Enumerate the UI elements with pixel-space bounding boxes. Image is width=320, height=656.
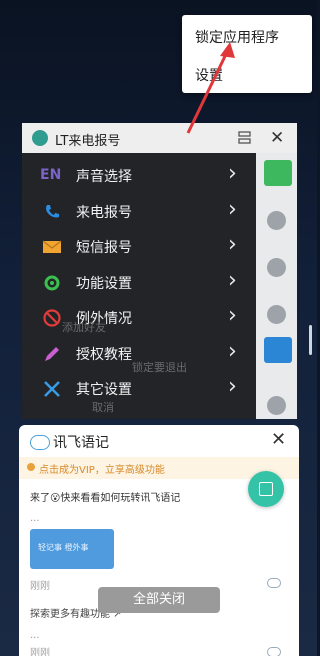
vip-icon: [27, 463, 35, 471]
phone-icon: [46, 205, 59, 218]
ghost-text: 添加好友: [62, 321, 106, 334]
lt-titlebar: LT来电报号 ✕: [22, 123, 297, 153]
ifly-app-card[interactable]: 讯飞语记 ✕ 点击成为VIP，立享高级功能 来了😮快来看看如何玩转讯飞语记 ..…: [19, 425, 299, 656]
ellipsis: ...: [30, 630, 40, 641]
menu-row-other[interactable]: 其它设置 ›: [22, 371, 256, 406]
menu-row-function[interactable]: 功能设置 ›: [22, 265, 256, 300]
cloud-icon: [267, 578, 281, 588]
folder-upload-icon: [264, 337, 292, 363]
avatar: [267, 211, 286, 230]
avatar: [267, 258, 286, 277]
chevron-right-icon: ›: [228, 197, 237, 222]
prohibited-icon: [43, 309, 61, 327]
chevron-right-icon: ›: [228, 268, 237, 293]
edge-handle[interactable]: [309, 325, 312, 355]
app-logo-icon: [32, 130, 48, 146]
avatar: [267, 396, 286, 415]
cloud-icon: [267, 647, 281, 656]
avatar: [267, 305, 286, 324]
note-thumbnail[interactable]: 轻记事 橙外事: [30, 529, 114, 569]
menu-row-call[interactable]: 来电报号 ›: [22, 194, 256, 229]
lt-menu: EN 声音选择 › 来电报号 › 短信报号 › 功能设置 › 例外情况 › 授权…: [22, 153, 256, 419]
thumbnail-text: 轻记事 橙外事: [38, 543, 89, 552]
menu-label: 其它设置: [76, 382, 132, 398]
menu-row-sound[interactable]: EN 声音选择 ›: [22, 158, 256, 193]
chevron-right-icon: ›: [228, 161, 237, 186]
chevron-right-icon: ›: [228, 339, 237, 364]
split-screen-icon[interactable]: [238, 131, 251, 144]
overflow-menu: 锁定应用程序 设置: [182, 15, 312, 93]
close-icon[interactable]: ✕: [270, 128, 284, 148]
timestamp: 刚刚: [30, 581, 50, 592]
menu-label: 授权教程: [76, 347, 132, 363]
expand-icon: [259, 482, 273, 496]
gear-icon: [44, 275, 60, 291]
timestamp: 刚刚: [30, 648, 50, 656]
close-icon[interactable]: ✕: [271, 429, 286, 450]
settings-menu-item[interactable]: 设置: [195, 65, 223, 85]
chevron-right-icon: ›: [228, 232, 237, 257]
envelope-icon: [42, 240, 62, 253]
menu-label: 声音选择: [76, 169, 132, 185]
menu-row-sms[interactable]: 短信报号 ›: [22, 229, 256, 264]
lt-app-card[interactable]: LT来电报号 ✕ EN 声音选择 › 来电报号 › 短信报号 › 功能设置 › …: [22, 123, 297, 419]
background-app-strip: [256, 153, 297, 419]
ellipsis: ...: [30, 513, 40, 524]
menu-label: 来电报号: [76, 205, 132, 221]
menu-row-exceptions[interactable]: 例外情况 ›: [22, 300, 256, 335]
app-title: 讯飞语记: [53, 435, 109, 451]
pencil-icon: [45, 347, 59, 361]
vip-text: 点击成为VIP，立享高级功能: [39, 465, 165, 476]
menu-label: 功能设置: [76, 276, 132, 292]
tools-icon: [44, 381, 60, 397]
chevron-right-icon: ›: [228, 303, 237, 328]
menu-label: 短信报号: [76, 240, 132, 256]
app-logo-icon: [30, 435, 50, 450]
lock-app-menu-item[interactable]: 锁定应用程序: [195, 27, 279, 47]
chevron-right-icon: ›: [228, 374, 237, 399]
en-icon: EN: [40, 167, 62, 183]
expand-fab[interactable]: [248, 471, 284, 507]
close-all-button[interactable]: 全部关闭: [98, 587, 220, 613]
note-text: 来了😮快来看看如何玩转讯飞语记: [30, 493, 181, 504]
folder-icon: [264, 160, 292, 186]
app-title: LT来电报号: [55, 134, 121, 149]
ghost-text: 锁定要退出: [132, 361, 187, 374]
ghost-text: 取消: [92, 401, 114, 414]
